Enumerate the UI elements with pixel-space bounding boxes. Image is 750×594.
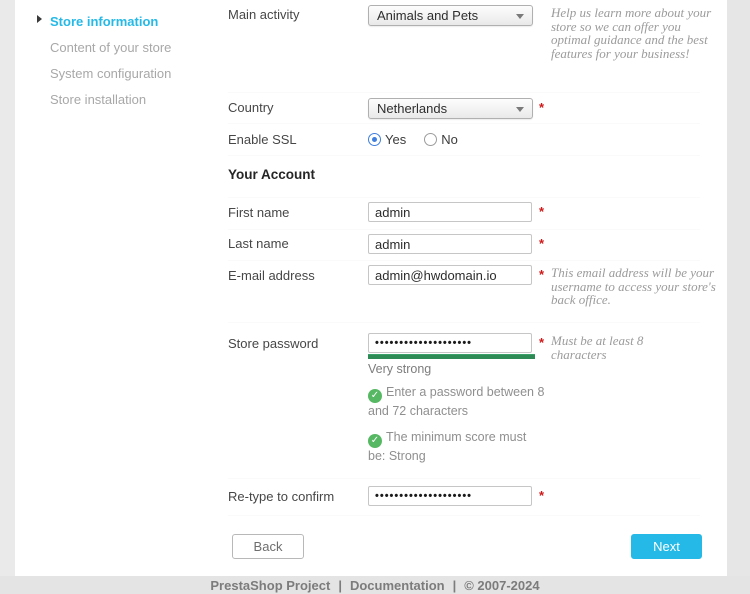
password-strength-bar [368,354,535,359]
ssl-no-option[interactable]: No [424,132,458,147]
store-password-label: Store password [228,336,318,351]
retype-password-label: Re-type to confirm [228,489,334,504]
divider [228,322,700,323]
ssl-yes-option[interactable]: Yes [368,132,406,147]
chevron-down-icon [516,107,524,112]
ssl-no-label: No [441,132,458,147]
required-marker: * [539,488,544,503]
password-rule-score-text: The minimum score must be: Strong [368,430,526,463]
sidebar-item-store-installation: Store installation [50,92,146,107]
right-page-edge [727,0,750,594]
store-password-input[interactable] [368,333,532,353]
country-select[interactable]: Netherlands [368,98,533,119]
your-account-heading: Your Account [228,167,315,182]
country-selected-value: Netherlands [377,101,447,116]
password-help-text: Must be at least 8 characters [551,334,701,361]
required-marker: * [539,335,544,350]
footer-link-documentation[interactable]: Documentation [350,578,445,593]
country-label: Country [228,100,274,115]
footer-link-prestashop-project[interactable]: PrestaShop Project [210,578,330,593]
divider [228,197,700,198]
required-marker: * [539,236,544,251]
required-marker: * [539,100,544,115]
installer-page: Store information Content of your store … [0,0,750,594]
sidebar-item-content-of-store: Content of your store [50,40,171,55]
main-activity-select[interactable]: Animals and Pets [368,5,533,26]
divider [228,123,700,124]
email-help-text: This email address will be your username… [551,266,727,307]
divider [228,229,700,230]
main-activity-selected-value: Animals and Pets [377,8,478,23]
first-name-label: First name [228,205,289,220]
main-activity-label: Main activity [228,7,300,22]
required-marker: * [539,204,544,219]
first-name-input[interactable] [368,202,532,222]
check-icon: ✓ [368,389,382,403]
ssl-radio-group: Yes No [368,132,458,147]
divider [228,478,700,479]
email-label: E-mail address [228,268,315,283]
divider [228,155,700,156]
ssl-yes-label: Yes [385,132,406,147]
radio-unselected-icon[interactable] [424,133,437,146]
password-rule-length-text: Enter a password between 8 and 72 charac… [368,385,544,418]
password-strength-label: Very strong [368,362,431,376]
chevron-down-icon [516,14,524,19]
last-name-input[interactable] [368,234,532,254]
divider [228,515,700,516]
next-button[interactable]: Next [631,534,702,559]
footer-separator: | [453,578,457,593]
retype-password-input[interactable] [368,486,532,506]
footer-bar: PrestaShop Project | Documentation | © 2… [0,576,750,594]
enable-ssl-label: Enable SSL [228,132,297,147]
footer-copyright: © 2007-2024 [464,578,539,593]
password-rule-length: ✓Enter a password between 8 and 72 chara… [368,384,546,420]
required-marker: * [539,267,544,282]
email-input[interactable] [368,265,532,285]
password-rule-score: ✓The minimum score must be: Strong [368,429,546,465]
footer-separator: | [338,578,342,593]
last-name-label: Last name [228,236,289,251]
caret-right-icon [37,15,42,23]
main-activity-help-text: Help us learn more about your store so w… [551,6,719,60]
divider [228,260,700,261]
divider [228,92,700,93]
radio-selected-icon[interactable] [368,133,381,146]
sidebar-item-store-information: Store information [50,14,158,29]
back-button[interactable]: Back [232,534,304,559]
left-page-edge [0,0,15,594]
check-icon: ✓ [368,434,382,448]
sidebar-item-system-configuration: System configuration [50,66,171,81]
